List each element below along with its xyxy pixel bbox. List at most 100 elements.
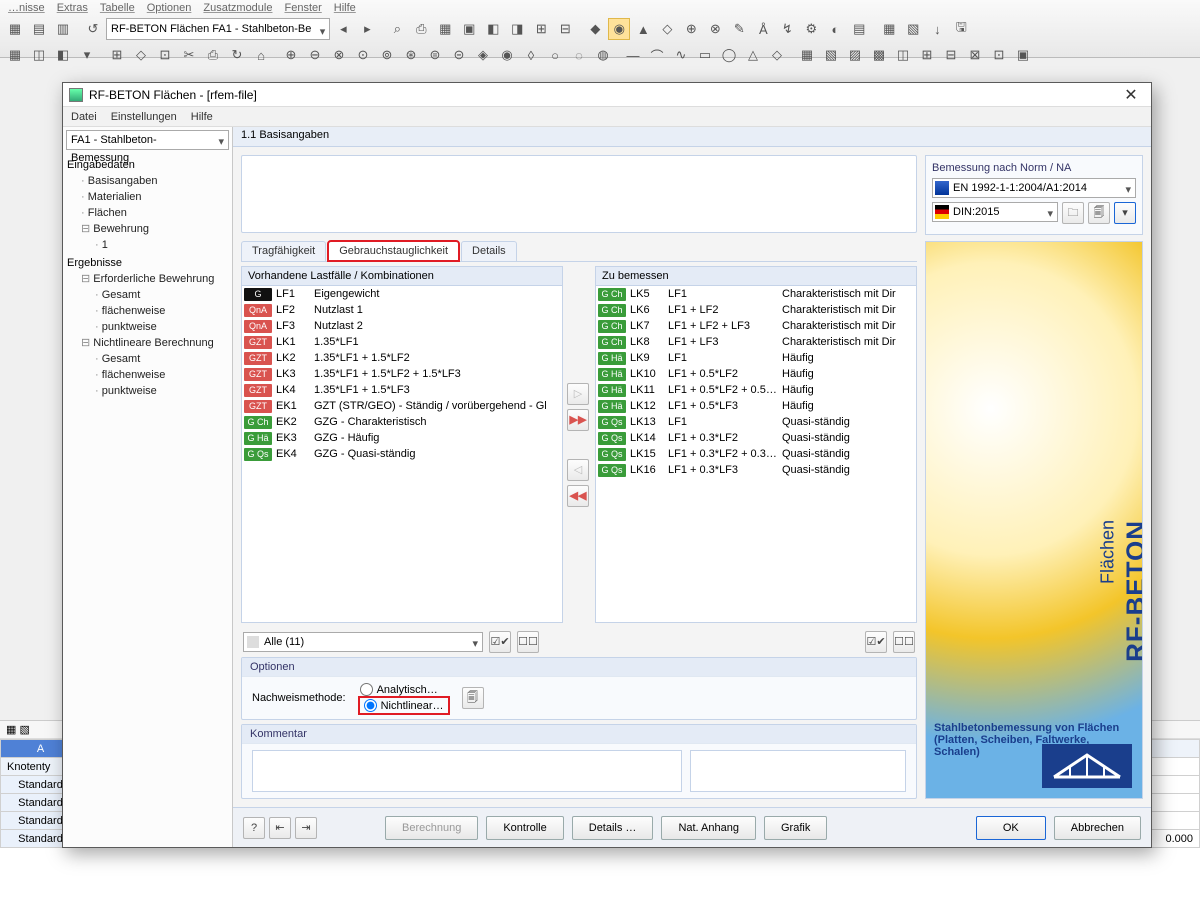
menu-datei[interactable]: Datei: [71, 111, 97, 123]
tree-item[interactable]: flächenweise: [67, 367, 228, 383]
list-item[interactable]: G QsLK13LF1Quasi-ständig: [596, 414, 916, 430]
tree-item-bewehrung[interactable]: Bewehrung: [67, 221, 228, 237]
toolbar-icon[interactable]: ◍: [592, 44, 614, 66]
menu-einstellungen[interactable]: Einstellungen: [111, 111, 177, 123]
tab-tragfaehigkeit[interactable]: Tragfähigkeit: [241, 241, 326, 261]
tree-item[interactable]: Gesamt: [67, 351, 228, 367]
toolbar-icon[interactable]: ◧: [482, 18, 504, 40]
toolbar-icon[interactable]: ⊟: [940, 44, 962, 66]
toolbar-icon[interactable]: ⎙: [410, 18, 432, 40]
toolbar-icon[interactable]: ↻: [226, 44, 248, 66]
list-item[interactable]: GZTLK11.35*LF1: [242, 334, 562, 350]
toolbar-icon[interactable]: ▦: [4, 18, 26, 40]
titlebar[interactable]: RF-BETON Flächen - [rfem-file] ✕: [63, 83, 1151, 107]
toolbar-icon[interactable]: ○: [544, 44, 566, 66]
toolbar-icon[interactable]: ▤: [28, 18, 50, 40]
list-item[interactable]: G QsLK16LF1 + 0.3*LF3Quasi-ständig: [596, 462, 916, 478]
norm-btn1[interactable]: 🗀: [1062, 202, 1084, 224]
toolbar-icon[interactable]: ◈: [472, 44, 494, 66]
details-button[interactable]: Details …: [572, 816, 654, 840]
toolbar-icon[interactable]: ⊞: [530, 18, 552, 40]
list-item[interactable]: G HäLK9LF1Häufig: [596, 350, 916, 366]
case-combo[interactable]: FA1 - Stahlbeton-Bemessung: [66, 130, 229, 150]
tree-item[interactable]: Basisangaben: [67, 173, 228, 189]
nat-anhang-button[interactable]: Nat. Anhang: [661, 816, 756, 840]
toolbar-icon[interactable]: ▣: [1012, 44, 1034, 66]
toolbar-icon[interactable]: Å: [752, 18, 774, 40]
toolbar-icon[interactable]: ◇: [656, 18, 678, 40]
ok-button[interactable]: OK: [976, 816, 1046, 840]
toolbar-icon[interactable]: ⊞: [106, 44, 128, 66]
toolbar-icon[interactable]: ◐: [824, 18, 846, 40]
toolbar-icon[interactable]: ◇: [766, 44, 788, 66]
toolbar-icon[interactable]: ⌒: [646, 44, 668, 66]
list-item[interactable]: QnALF2Nutzlast 1: [242, 302, 562, 318]
toolbar-icon[interactable]: △: [742, 44, 764, 66]
toolbar-icon[interactable]: ▥: [52, 18, 74, 40]
norm-select[interactable]: EN 1992-1-1:2004/A1:2014: [932, 178, 1136, 198]
toolbar-icon[interactable]: —: [622, 44, 644, 66]
norm-btn2[interactable]: 🗐: [1088, 202, 1110, 224]
toolbar-icon[interactable]: ⊠: [964, 44, 986, 66]
check-all-icon[interactable]: ☑✔: [865, 631, 887, 653]
toolbar-icon[interactable]: ⊜: [424, 44, 446, 66]
toolbar-icon[interactable]: ▭: [694, 44, 716, 66]
toolbar-icon[interactable]: ⊕: [280, 44, 302, 66]
toolbar-icon[interactable]: ▦: [434, 18, 456, 40]
list-item[interactable]: G HäLK10LF1 + 0.5*LF2Häufig: [596, 366, 916, 382]
next-icon[interactable]: ⇥: [295, 817, 317, 839]
toolbar-icon[interactable]: ▲: [632, 18, 654, 40]
toolbar-icon[interactable]: ▣: [458, 18, 480, 40]
toolbar-icon[interactable]: ◧: [52, 44, 74, 66]
toolbar-icon[interactable]: ✂: [178, 44, 200, 66]
move-all-right-icon[interactable]: ▶▶: [567, 409, 589, 431]
list-item[interactable]: G ChLK5LF1Charakteristisch mit Dir: [596, 286, 916, 302]
toolbar-icon[interactable]: ⊙: [352, 44, 374, 66]
toolbar-icon[interactable]: ⊡: [154, 44, 176, 66]
method-settings-icon[interactable]: 🗐: [462, 687, 484, 709]
list-item[interactable]: G QsEK4GZG - Quasi-ständig: [242, 446, 562, 462]
nav-tree[interactable]: Eingabedaten Basisangaben Materialien Fl…: [63, 153, 232, 401]
tree-item[interactable]: punktweise: [67, 383, 228, 399]
toolbar-icon[interactable]: ◉: [496, 44, 518, 66]
toolbar-icon[interactable]: ✎: [728, 18, 750, 40]
toolbar-icon[interactable]: ◂: [332, 18, 354, 40]
tab-details[interactable]: Details: [461, 241, 517, 261]
move-all-left-icon[interactable]: ◀◀: [567, 485, 589, 507]
available-loadcases-list[interactable]: Vorhandene Lastfälle / Kombinationen GLF…: [241, 266, 563, 623]
list-item[interactable]: G QsLK14LF1 + 0.3*LF2Quasi-ständig: [596, 430, 916, 446]
toolbar-icon[interactable]: ⊟: [554, 18, 576, 40]
list-item[interactable]: GZTLK21.35*LF1 + 1.5*LF2: [242, 350, 562, 366]
list-item[interactable]: QnALF3Nutzlast 2: [242, 318, 562, 334]
toolbar-icon[interactable]: ▧: [902, 18, 924, 40]
list-item[interactable]: G HäLK11LF1 + 0.5*LF2 + 0.5*LFHäufig: [596, 382, 916, 398]
toolbar-icon[interactable]: ▦: [4, 44, 26, 66]
tree-item[interactable]: flächenweise: [67, 303, 228, 319]
toolbar-icon[interactable]: ◊: [520, 44, 542, 66]
menu-hilfe[interactable]: Hilfe: [191, 111, 213, 123]
toolbar-icon[interactable]: ⊗: [328, 44, 350, 66]
grid-icon[interactable]: ▦: [6, 724, 16, 736]
cancel-button[interactable]: Abbrechen: [1054, 816, 1141, 840]
toolbar-icon[interactable]: ◇: [130, 44, 152, 66]
tree-item[interactable]: Erforderliche Bewehrung: [67, 271, 228, 287]
tree-item[interactable]: Materialien: [67, 189, 228, 205]
toolbar-icon[interactable]: ⊖: [304, 44, 326, 66]
move-left-icon[interactable]: ◁: [567, 459, 589, 481]
kontrolle-button[interactable]: Kontrolle: [486, 816, 563, 840]
toolbar-icon[interactable]: ▸: [356, 18, 378, 40]
tree-item[interactable]: 1: [67, 237, 228, 253]
toolbar-icon[interactable]: ⚙: [800, 18, 822, 40]
list-item[interactable]: GZTLK31.35*LF1 + 1.5*LF2 + 1.5*LF3: [242, 366, 562, 382]
toolbar-icon[interactable]: ▨: [844, 44, 866, 66]
berechnung-button[interactable]: Berechnung: [385, 816, 478, 840]
prev-icon[interactable]: ⇤: [269, 817, 291, 839]
toggle-icon[interactable]: ☐☐: [893, 631, 915, 653]
check-all-icon[interactable]: ☑✔: [489, 631, 511, 653]
toolbar-icon[interactable]: ▤: [848, 18, 870, 40]
list-item[interactable]: G ChEK2GZG - Charakteristisch: [242, 414, 562, 430]
toolbar-icon[interactable]: 🖫: [950, 18, 972, 40]
toolbar-icon[interactable]: ◫: [28, 44, 50, 66]
tree-item[interactable]: Flächen: [67, 205, 228, 221]
list-item[interactable]: G ChLK6LF1 + LF2Charakteristisch mit Dir: [596, 302, 916, 318]
